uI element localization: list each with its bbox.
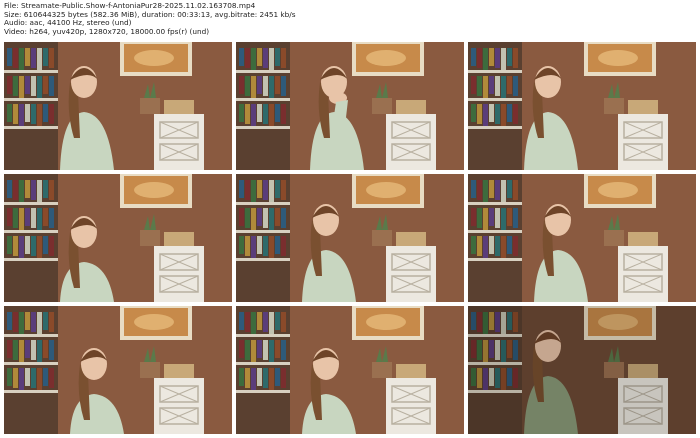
- webcam-frame-image: [468, 174, 696, 302]
- thumbnail-2: [236, 42, 464, 170]
- webcam-frame-image: [468, 42, 696, 170]
- thumbnail-9: [468, 306, 696, 434]
- thumbnail-5: [236, 174, 464, 302]
- thumbnail-7: [4, 306, 232, 434]
- thumbnail-4: [4, 174, 232, 302]
- thumbnail-3: [468, 42, 696, 170]
- thumbnail-1: [4, 42, 232, 170]
- video-line: Video: h264, yuv420p, 1280x720, 18000.00…: [4, 27, 210, 37]
- webcam-frame-image: [468, 306, 696, 434]
- webcam-frame-image: [4, 306, 232, 434]
- file-info-header: File: Streamate-Public.Show-f-AntoniaPur…: [4, 1, 694, 37]
- thumbnail-grid: [4, 42, 698, 436]
- webcam-frame-image: [4, 174, 232, 302]
- webcam-frame-image: [236, 174, 464, 302]
- thumbnail-8: [236, 306, 464, 434]
- webcam-frame-image: [236, 306, 464, 434]
- webcam-frame-image: [236, 42, 464, 170]
- webcam-frame-image: [4, 42, 232, 170]
- thumbnail-6: [468, 174, 696, 302]
